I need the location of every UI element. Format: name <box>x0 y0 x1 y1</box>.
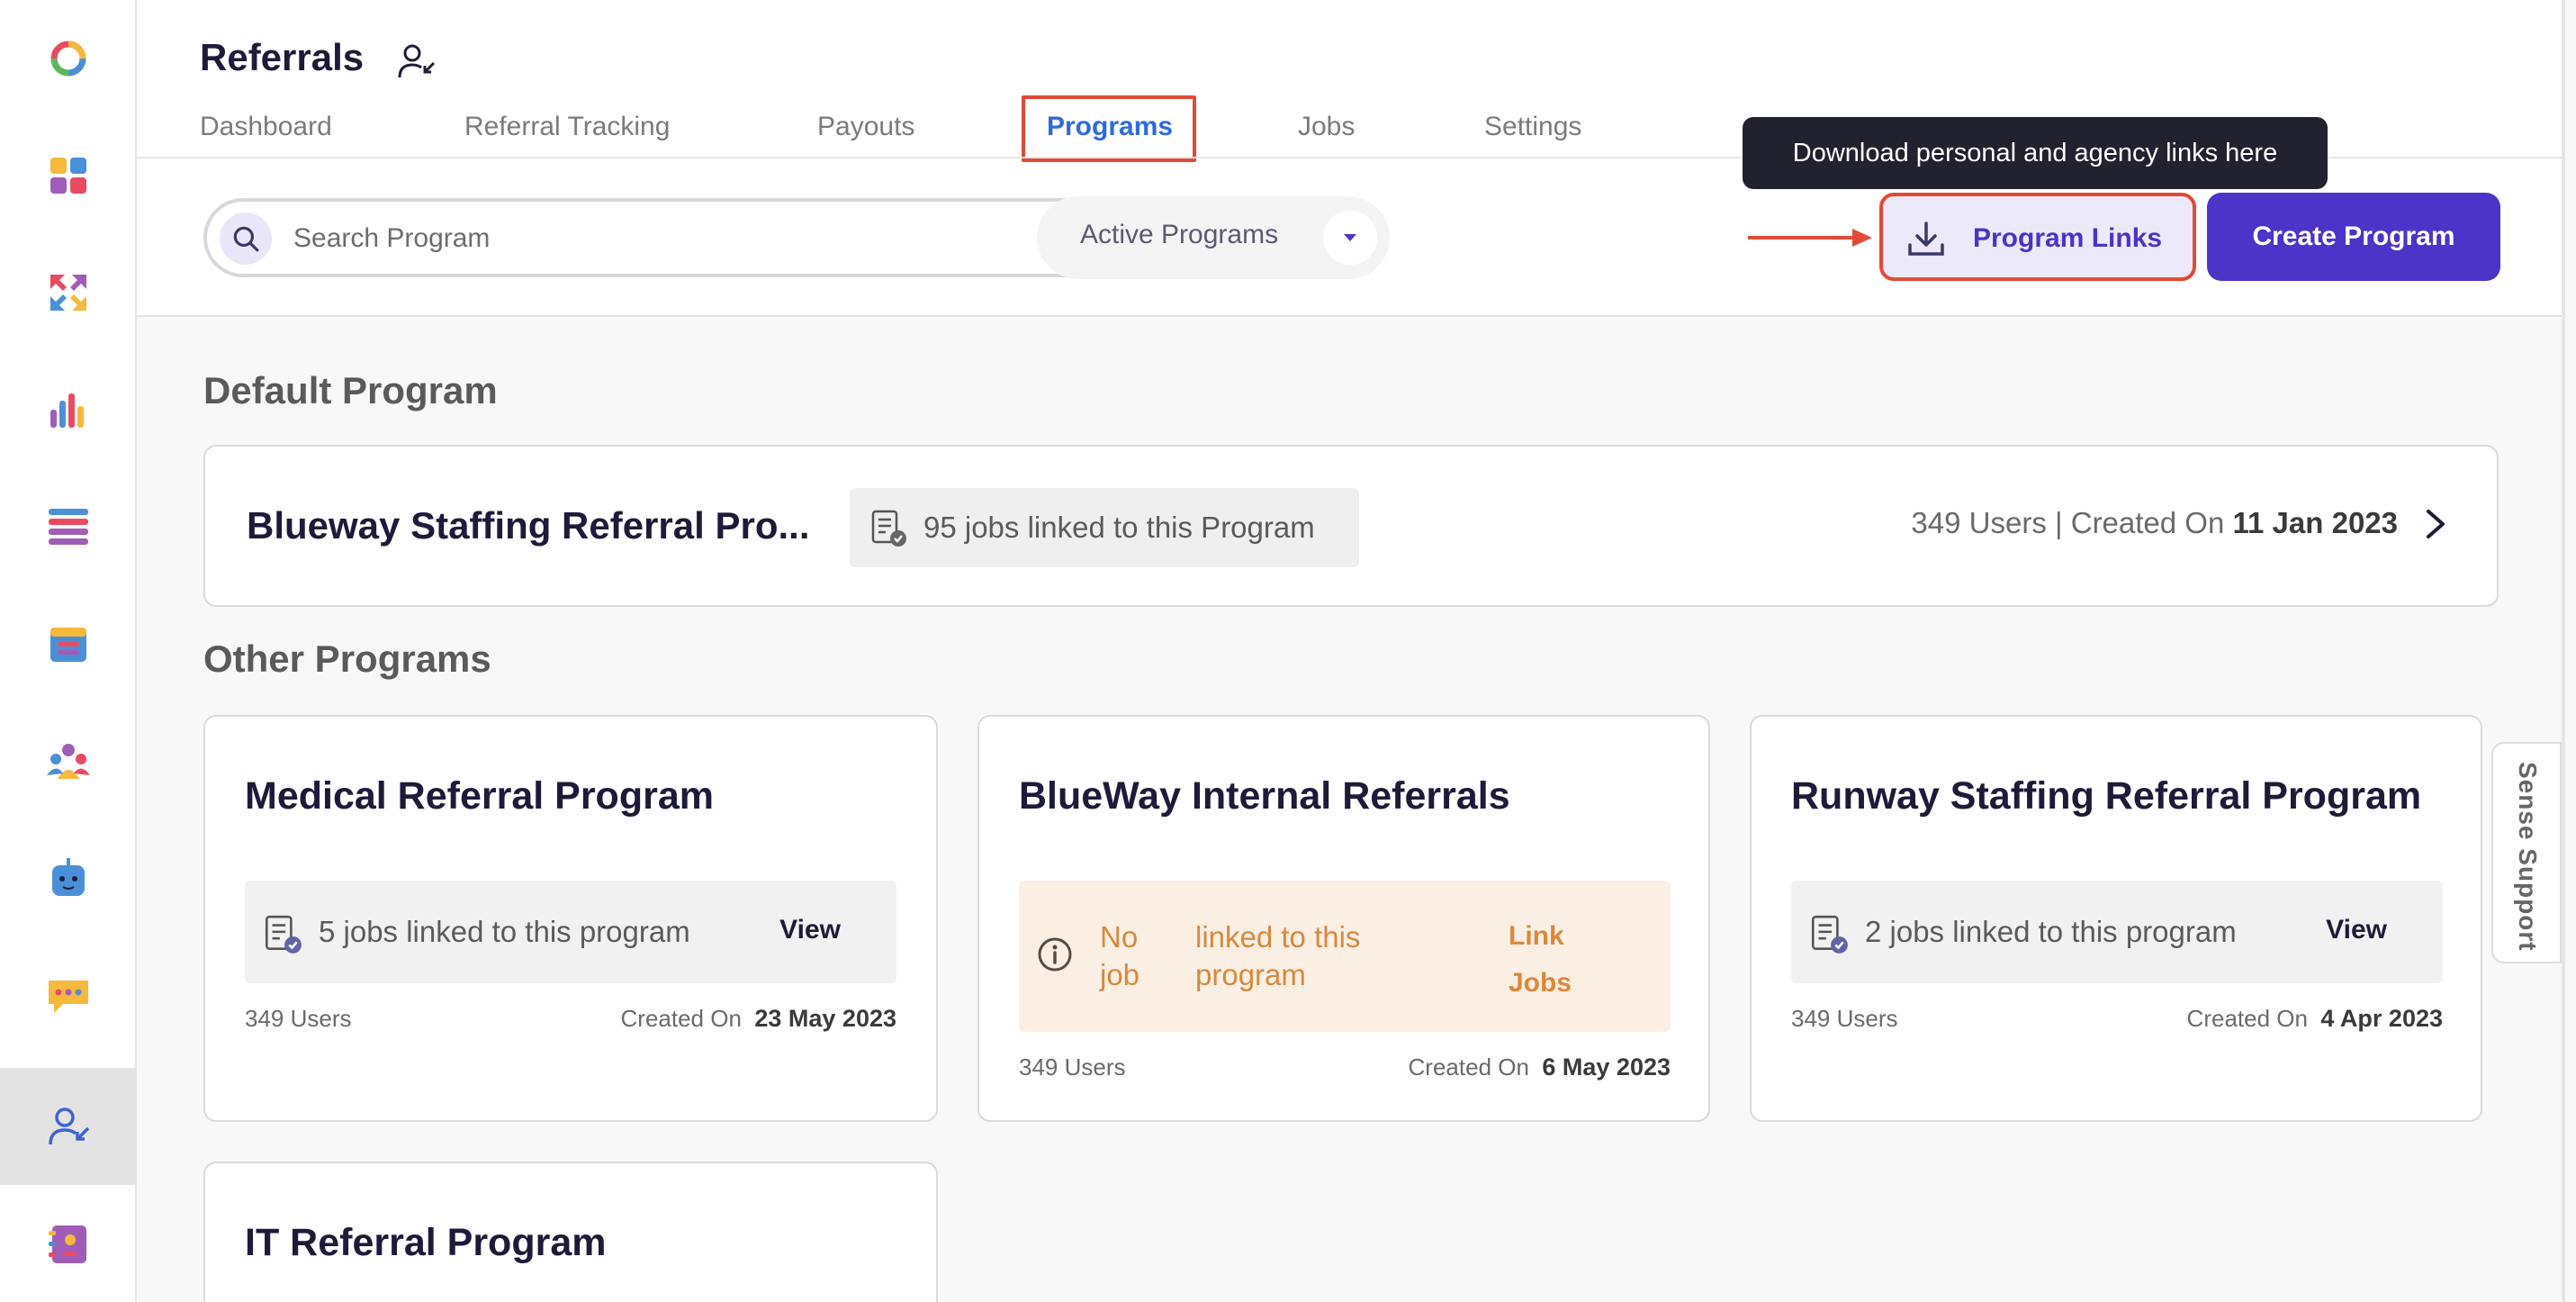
created-info: Created On 23 May 2023 <box>621 1005 896 1033</box>
tab-jobs[interactable]: Jobs <box>1298 106 1355 160</box>
view-link[interactable]: View <box>2326 915 2387 945</box>
created-label: Created On <box>1408 1053 1529 1080</box>
program-card[interactable]: Runway Staffing Referral Program 2 jobs … <box>1750 715 2482 1122</box>
no-job-text: No job <box>1100 920 1140 991</box>
sidebar <box>0 0 137 1302</box>
list-icon[interactable] <box>0 468 137 585</box>
tab-dashboard[interactable]: Dashboard <box>200 106 332 160</box>
arrows-icon[interactable] <box>0 234 137 351</box>
program-card[interactable]: IT Referral Program <box>203 1162 938 1302</box>
chevron-down-icon[interactable] <box>1323 211 1377 265</box>
created-info: Created On 6 May 2023 <box>1409 1053 1671 1081</box>
tooltip: Download personal and agency links here <box>1743 117 2328 189</box>
program-name: Blueway Staffing Referral Pro... <box>247 504 810 547</box>
logo-icon[interactable] <box>0 0 137 117</box>
jobs-linked-pill: 95 jobs linked to this Program <box>850 488 1359 567</box>
search-box <box>203 198 1132 277</box>
bot-icon[interactable] <box>0 819 137 936</box>
linked-text: linked to this program <box>1195 920 1361 991</box>
create-program-button[interactable]: Create Program <box>2207 193 2500 281</box>
program-name: Medical Referral Program <box>245 774 714 818</box>
program-card[interactable]: Medical Referral Program 5 jobs linked t… <box>203 715 938 1122</box>
referral-user-icon[interactable] <box>0 1068 137 1185</box>
tab-payouts[interactable]: Payouts <box>817 106 914 160</box>
created-info: Created On 4 Apr 2023 <box>2187 1005 2443 1033</box>
program-filter-select[interactable]: Active Programs <box>1037 196 1390 279</box>
users-count: 349 Users <box>245 1005 352 1032</box>
created-date: 6 May 2023 <box>1542 1053 1671 1080</box>
users-count: 349 Users <box>1019 1053 1126 1080</box>
link-jobs-link[interactable]: Link Jobs <box>1509 913 1599 1007</box>
chevron-right-icon[interactable] <box>2419 506 2452 542</box>
info-icon <box>1038 937 1072 972</box>
page-title: Referrals <box>200 36 365 78</box>
download-icon <box>1908 222 1944 256</box>
filter-selected-label: Active Programs <box>1080 220 1279 249</box>
contact-book-icon[interactable] <box>0 1185 137 1302</box>
scrollbar-track[interactable] <box>2562 0 2565 1302</box>
tab-highlight <box>1022 95 1196 162</box>
created-label: Created On <box>2186 1005 2308 1032</box>
program-links-label: Program Links <box>1973 223 2163 253</box>
jobs-linked-box: 2 jobs linked to this program View <box>1791 881 2443 983</box>
sense-support-tab[interactable]: Sense Support <box>2491 742 2562 963</box>
people-group-icon[interactable] <box>0 702 137 819</box>
created-date: 4 Apr 2023 <box>2320 1005 2443 1032</box>
program-meta: 349 Users | Created On 11 Jan 2023 <box>1911 506 2398 540</box>
section-title-default: Default Program <box>203 369 498 411</box>
sense-support-label: Sense Support <box>2514 762 2542 952</box>
created-date: 11 Jan 2023 <box>2232 506 2399 539</box>
referral-user-icon <box>398 44 436 78</box>
apps-grid-icon[interactable] <box>0 117 137 234</box>
created-date: 23 May 2023 <box>754 1005 896 1032</box>
tab-settings[interactable]: Settings <box>1484 106 1581 160</box>
header: Referrals Dashboard Referral Tracking Pa… <box>137 0 2562 317</box>
users-count: 349 Users <box>1791 1005 1898 1032</box>
document-check-icon <box>265 915 302 954</box>
created-label: Created On <box>620 1005 742 1032</box>
program-name: BlueWay Internal Referrals <box>1019 774 1510 818</box>
section-title-other: Other Programs <box>203 637 491 680</box>
search-input[interactable] <box>293 211 1103 267</box>
search-icon <box>220 212 272 265</box>
users-created-text: 349 Users | Created On <box>1911 506 2225 539</box>
tab-referral-tracking[interactable]: Referral Tracking <box>464 106 670 160</box>
program-links-button[interactable]: Program Links <box>1879 193 2196 281</box>
jobs-linked-text: 95 jobs linked to this Program <box>923 511 1315 544</box>
jobs-linked-text: 5 jobs linked to this program <box>319 915 690 948</box>
program-name: IT Referral Program <box>245 1221 607 1264</box>
calendar-icon[interactable] <box>0 585 137 702</box>
analytics-icon[interactable] <box>0 351 137 468</box>
view-link[interactable]: View <box>779 915 841 945</box>
default-program-card[interactable]: Blueway Staffing Referral Pro... 95 jobs… <box>203 445 2499 607</box>
arrow-right-icon <box>1748 229 1872 247</box>
program-card[interactable]: BlueWay Internal Referrals No job linked… <box>977 715 1710 1122</box>
no-jobs-warning: No job linked to this program Link Jobs <box>1019 881 1671 1032</box>
jobs-linked-text: 2 jobs linked to this program <box>1865 915 2237 948</box>
document-check-icon <box>1811 915 1848 954</box>
program-name: Runway Staffing Referral Program <box>1791 774 2422 818</box>
document-check-icon <box>871 510 906 547</box>
jobs-linked-box: 5 jobs linked to this program View <box>245 881 896 983</box>
chat-bubble-icon[interactable] <box>0 936 137 1053</box>
